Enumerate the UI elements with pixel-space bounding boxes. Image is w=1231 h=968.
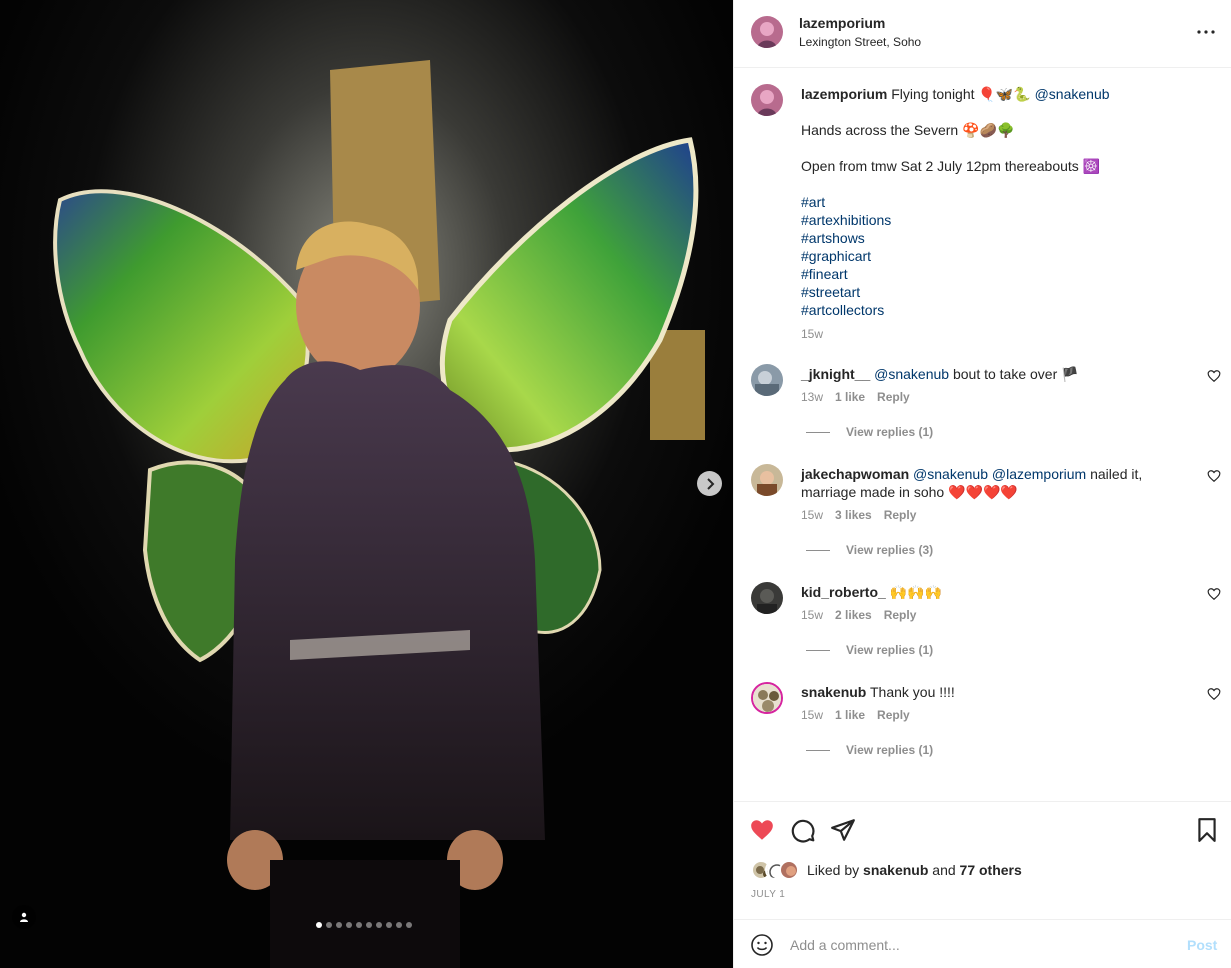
- comment-time[interactable]: 15w: [801, 706, 823, 724]
- view-replies-label: View replies (1): [846, 643, 934, 657]
- comment-text: bout to take over 🏴: [952, 366, 1079, 382]
- hashtag[interactable]: #fineart: [801, 265, 1211, 283]
- carousel-dot: [396, 922, 402, 928]
- reply-button[interactable]: Reply: [877, 388, 910, 406]
- next-slide-button[interactable]: [697, 471, 722, 496]
- smiley-icon[interactable]: [750, 933, 774, 957]
- hashtag-list: #art #artexhibitions #artshows #graphica…: [801, 193, 1211, 319]
- liked-by-prefix: Liked by: [807, 862, 860, 878]
- liked-by-others[interactable]: 77 others: [960, 862, 1022, 878]
- post-panel: lazemporium Lexington Street, Soho lazem…: [733, 0, 1231, 968]
- carousel-dot: [386, 922, 392, 928]
- caption-line-3: Open from tmw Sat 2 July 12pm thereabout…: [801, 158, 1101, 174]
- more-horizontal-icon: [1197, 30, 1215, 34]
- author-username[interactable]: lazemporium: [799, 15, 885, 31]
- paper-plane-icon[interactable]: [830, 817, 856, 843]
- comment-time[interactable]: 15w: [801, 506, 823, 524]
- post-header: lazemporium Lexington Street, Soho: [734, 0, 1231, 68]
- heart-outline-icon[interactable]: [1207, 587, 1221, 601]
- commenter-avatar[interactable]: [751, 364, 783, 396]
- commenter-avatar[interactable]: [751, 582, 783, 614]
- more-options-button[interactable]: [1194, 22, 1218, 42]
- comment-mention[interactable]: @snakenub @lazemporium: [913, 466, 1086, 482]
- carousel-dot: [376, 922, 382, 928]
- comments-scroll-area[interactable]: lazemporium Flying tonight 🎈🦋🐍 @snakenub…: [734, 69, 1231, 801]
- caption-timestamp[interactable]: 15w: [801, 325, 1211, 343]
- comment-likes[interactable]: 1 like: [835, 706, 865, 724]
- comment-bubble-icon[interactable]: [790, 817, 816, 843]
- reply-button[interactable]: Reply: [884, 506, 917, 524]
- comment-time[interactable]: 15w: [801, 606, 823, 624]
- commenter-username[interactable]: jakechapwoman: [801, 466, 909, 482]
- comment-input[interactable]: [790, 932, 1170, 958]
- post-date[interactable]: JULY 1: [751, 889, 785, 900]
- heart-outline-icon[interactable]: [1207, 687, 1221, 701]
- hashtag[interactable]: #streetart: [801, 283, 1211, 301]
- tagged-users-button[interactable]: [12, 905, 36, 929]
- caption-text: Flying tonight 🎈🦋🐍: [891, 86, 1031, 102]
- comment-likes[interactable]: 3 likes: [835, 506, 872, 524]
- replies-divider: [806, 749, 830, 751]
- liked-by-row[interactable]: Liked by snakenub and 77 others: [751, 860, 1022, 880]
- caption-line-2: Hands across the Severn 🍄🥔🌳: [801, 122, 1015, 138]
- carousel-dot: [406, 922, 412, 928]
- comment-text: 🙌🙌🙌: [889, 584, 942, 600]
- commenter-username[interactable]: kid_roberto_: [801, 584, 886, 600]
- commenter-avatar[interactable]: [751, 464, 783, 496]
- hashtag[interactable]: #artshows: [801, 229, 1211, 247]
- post-photo: [0, 0, 733, 968]
- replies-divider: [806, 431, 830, 433]
- action-bar: Liked by snakenub and 77 others JULY 1: [734, 801, 1231, 919]
- hashtag[interactable]: #artcollectors: [801, 301, 1211, 319]
- caption-username[interactable]: lazemporium: [801, 86, 887, 102]
- caption-author-avatar[interactable]: [751, 84, 783, 116]
- view-replies-button[interactable]: View replies (1): [806, 743, 933, 757]
- comment-mention[interactable]: @snakenub: [874, 366, 949, 382]
- carousel-indicator: [316, 922, 412, 928]
- carousel-dot: [366, 922, 372, 928]
- carousel-dot: [336, 922, 342, 928]
- view-replies-button[interactable]: View replies (1): [806, 643, 933, 657]
- user-tag-icon: [20, 912, 28, 922]
- post-location[interactable]: Lexington Street, Soho: [799, 35, 921, 49]
- caption-mention[interactable]: @snakenub: [1035, 86, 1110, 102]
- commenter-username[interactable]: _jknight__: [801, 366, 870, 382]
- post-comment-button[interactable]: Post: [1187, 937, 1217, 953]
- liker-avatar: [779, 860, 799, 880]
- author-avatar[interactable]: [751, 16, 783, 48]
- view-replies-label: View replies (1): [846, 743, 934, 757]
- hashtag[interactable]: #graphicart: [801, 247, 1211, 265]
- heart-outline-icon[interactable]: [1207, 469, 1221, 483]
- view-replies-button[interactable]: View replies (3): [806, 543, 933, 557]
- chevron-right-icon: [706, 477, 714, 490]
- hashtag[interactable]: #artexhibitions: [801, 211, 1211, 229]
- comment-time[interactable]: 13w: [801, 388, 823, 406]
- liked-by-text: Liked by snakenub and 77 others: [807, 862, 1022, 878]
- reply-button[interactable]: Reply: [884, 606, 917, 624]
- comment-likes[interactable]: 1 like: [835, 388, 865, 406]
- carousel-dot: [316, 922, 322, 928]
- replies-divider: [806, 649, 830, 651]
- comment-likes[interactable]: 2 likes: [835, 606, 872, 624]
- carousel-dot: [346, 922, 352, 928]
- commenter-username[interactable]: snakenub: [801, 684, 866, 700]
- replies-divider: [806, 549, 830, 551]
- add-comment-bar: Post: [734, 919, 1231, 968]
- heart-outline-icon[interactable]: [1207, 369, 1221, 383]
- bookmark-icon[interactable]: [1194, 817, 1220, 843]
- post-media[interactable]: [0, 0, 733, 968]
- carousel-dot: [326, 922, 332, 928]
- view-replies-label: View replies (1): [846, 425, 934, 439]
- view-replies-button[interactable]: View replies (1): [806, 425, 933, 439]
- commenter-avatar-story[interactable]: [751, 682, 783, 714]
- post-caption: lazemporium Flying tonight 🎈🦋🐍 @snakenub…: [801, 85, 1211, 343]
- carousel-dot: [356, 922, 362, 928]
- comment-text: Thank you !!!!: [870, 684, 955, 700]
- liked-by-joiner: and: [932, 862, 956, 878]
- hashtag[interactable]: #art: [801, 193, 1211, 211]
- heart-filled-icon[interactable]: [749, 817, 775, 843]
- view-replies-label: View replies (3): [846, 543, 934, 557]
- reply-button[interactable]: Reply: [877, 706, 910, 724]
- liked-by-user[interactable]: snakenub: [863, 862, 928, 878]
